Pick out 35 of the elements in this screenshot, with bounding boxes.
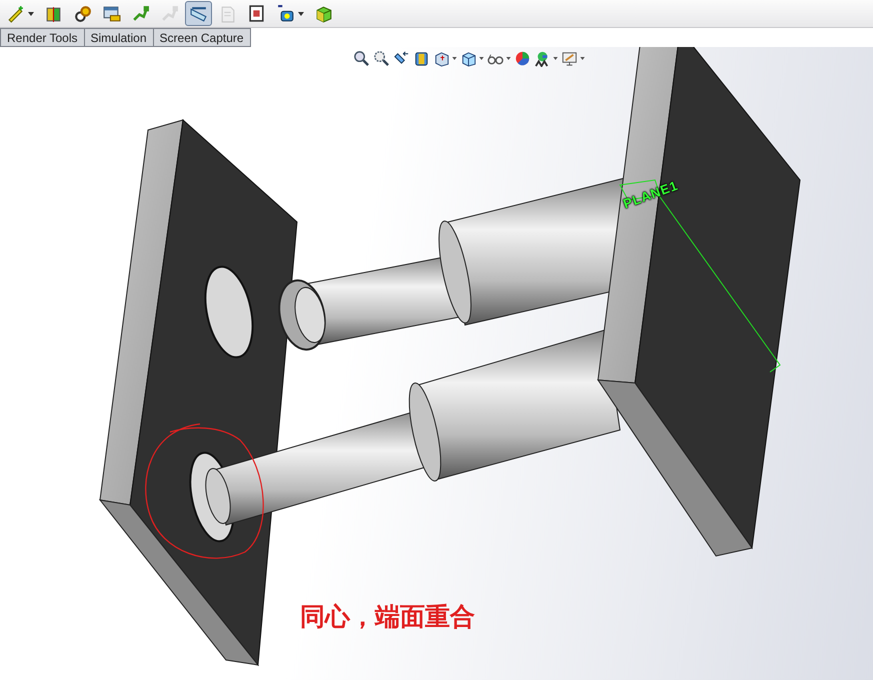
- section-view-icon: [413, 50, 430, 67]
- color-ball-icon: [514, 50, 531, 67]
- caret-icon: [28, 12, 34, 16]
- caret-icon: [452, 57, 457, 60]
- window-icon: [102, 4, 121, 23]
- caret-icon: [298, 12, 304, 16]
- tab[interactable]: Render Tools: [0, 28, 84, 47]
- book-icon: [44, 4, 63, 23]
- monitor-icon: [561, 50, 578, 67]
- zoom-icon: [373, 50, 390, 67]
- gears-icon: [73, 4, 92, 23]
- caret-icon: [479, 57, 484, 60]
- tab[interactable]: Screen Capture: [152, 28, 251, 47]
- cube-icon: [460, 50, 477, 67]
- arrow-icon: [131, 4, 150, 23]
- view-toolbar-button[interactable]: [373, 50, 390, 67]
- view-toolbar-button[interactable]: [561, 50, 585, 67]
- caret-icon: [580, 57, 585, 60]
- view-toolbar-button[interactable]: [433, 50, 457, 67]
- pencil-icon: [6, 4, 25, 23]
- arrow-icon: [160, 4, 179, 23]
- toolbar-button[interactable]: [185, 1, 212, 26]
- view-toolbar-button[interactable]: [353, 50, 370, 67]
- annotation-text: 同心，端面重合: [300, 601, 475, 633]
- scene-icon: [534, 50, 551, 67]
- frame-icon: [247, 4, 266, 23]
- caret-icon: [506, 57, 511, 60]
- cube-icon: [314, 4, 333, 23]
- view-toolbar-button[interactable]: [460, 50, 484, 67]
- tab[interactable]: Simulation: [84, 28, 154, 47]
- view-toolbar-button[interactable]: [534, 50, 558, 67]
- cube-icon: [433, 50, 450, 67]
- zoom-icon: [353, 50, 370, 67]
- caret-icon: [553, 57, 558, 60]
- view-toolbar-button[interactable]: [413, 50, 430, 67]
